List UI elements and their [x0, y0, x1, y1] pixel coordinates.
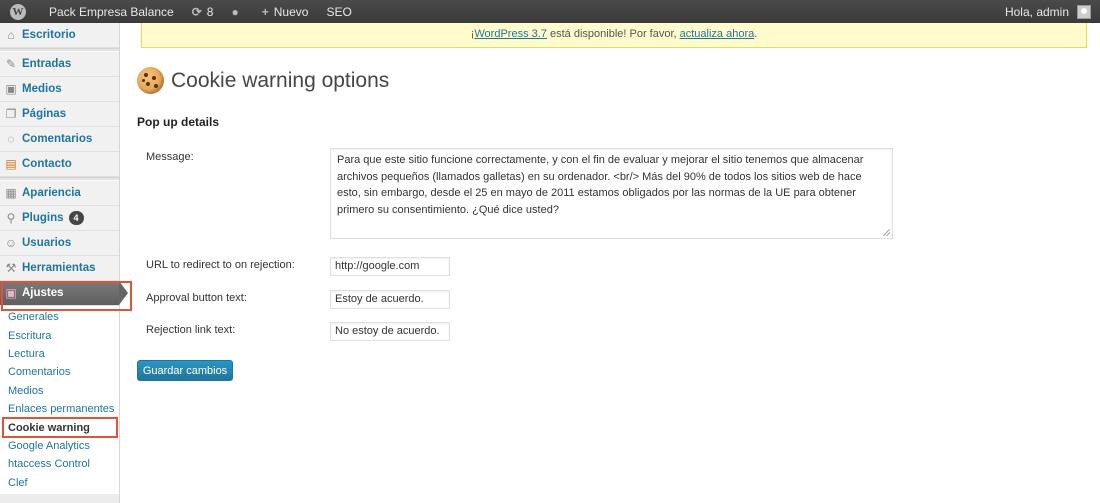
save-changes-button[interactable]: Guardar cambios: [137, 360, 233, 381]
appearance-icon: ▦: [5, 186, 17, 200]
greeting-text: Hola, admin: [1004, 4, 1069, 19]
plus-icon: +: [261, 4, 269, 19]
menu-item-escritorio[interactable]: ⌂ Escritorio: [0, 23, 119, 48]
submenu-item-cookie-warning[interactable]: Cookie warning: [0, 417, 119, 439]
current-menu-wrapper: ▣ Ajustes: [0, 281, 132, 311]
update-notice: ¡WordPress 3.7 está disponible! Por favo…: [141, 23, 1087, 48]
site-name-link[interactable]: Pack Empresa Balance: [40, 0, 183, 23]
menu-item-apariencia[interactable]: ▦ Apariencia: [0, 181, 119, 206]
refresh-icon: ⟳: [191, 4, 202, 19]
plugins-icon: ⚲: [6, 211, 16, 225]
message-label: Message:: [146, 151, 194, 163]
submenu-item-lectura[interactable]: Lectura: [0, 345, 119, 363]
settings-submenu: Generales Escritura Lectura Comentarios …: [0, 306, 119, 494]
submenu-item-htaccess-control[interactable]: htaccess Control: [0, 455, 119, 473]
menu-item-ajustes[interactable]: ▣ Ajustes: [0, 281, 128, 306]
comment-bubble-icon: ●: [231, 4, 239, 19]
comments-link[interactable]: ●: [222, 0, 252, 23]
submenu-item-escritura[interactable]: Escritura: [0, 326, 119, 344]
wordpress-logo-icon[interactable]: W: [2, 0, 34, 23]
notice-text: .: [754, 28, 758, 40]
menu-item-plugins[interactable]: ⚲ Plugins 4: [0, 206, 119, 231]
submenu-item-clef[interactable]: Clef: [0, 474, 119, 492]
menu-item-medios[interactable]: ▣ Medios: [0, 77, 119, 102]
pin-icon: ✎: [5, 57, 17, 71]
menu-item-label: Usuarios: [22, 237, 72, 249]
section-title: Pop up details: [137, 115, 220, 129]
account-menu[interactable]: Hola, admin: [996, 0, 1100, 23]
submenu-item-generales[interactable]: Generales: [0, 308, 119, 326]
pages-icon: ❐: [5, 107, 17, 121]
menu-item-label: Plugins: [22, 212, 64, 224]
cookie-icon: [137, 67, 164, 94]
menu-item-label: Apariencia: [22, 187, 81, 199]
menu-item-entradas[interactable]: ✎ Entradas: [0, 52, 119, 77]
avatar: [1077, 4, 1091, 19]
dashboard-icon: ⌂: [7, 28, 15, 42]
message-textarea[interactable]: Para que este sitio funcione correctamen…: [330, 148, 893, 239]
contact-icon: ▤: [5, 157, 17, 171]
tools-icon: ⚒: [5, 261, 17, 275]
message-text: Para que este sitio funcione correctamen…: [337, 154, 864, 216]
rejection-link-text-input[interactable]: No estoy de acuerdo.: [330, 322, 450, 341]
page-header: Cookie warning options: [137, 67, 389, 94]
menu-item-label: Herramientas: [22, 262, 96, 274]
menu-item-label: Entradas: [22, 58, 72, 70]
page-title: Cookie warning options: [171, 68, 390, 92]
redirect-url-input[interactable]: http://google.com: [330, 257, 450, 276]
wordpress-version-link[interactable]: WordPress 3.7: [474, 28, 547, 40]
menu-item-paginas[interactable]: ❐ Páginas: [0, 102, 119, 127]
updates-count: 8: [206, 4, 214, 19]
approval-button-text-label: Approval button text:: [146, 292, 247, 304]
notice-text: está disponible! Por favor,: [546, 28, 680, 40]
menu-item-contacto[interactable]: ▤ Contacto: [0, 152, 119, 177]
admin-bar: W Pack Empresa Balance ⟳ 8 ● + Nuevo SEO…: [0, 0, 1100, 23]
menu-item-label: Contacto: [22, 158, 72, 170]
users-icon: ☺: [4, 236, 18, 250]
media-icon: ▣: [5, 82, 17, 96]
admin-sidebar: ⌂ Escritorio ✎ Entradas ▣ Medios ❐ Págin…: [0, 23, 132, 503]
rejection-link-text-label: Rejection link text:: [146, 324, 236, 336]
menu-item-label: Páginas: [22, 108, 67, 120]
settings-icon: ▣: [5, 286, 17, 300]
plugins-update-badge: 4: [68, 211, 84, 225]
seo-link[interactable]: SEO: [317, 0, 360, 23]
menu-item-label: Comentarios: [22, 133, 93, 145]
submenu-item-label: Cookie warning: [8, 421, 90, 434]
submenu-item-comentarios[interactable]: Comentarios: [0, 363, 119, 381]
updates-link[interactable]: ⟳ 8: [183, 0, 223, 23]
menu-item-herramientas[interactable]: ⚒ Herramientas: [0, 256, 119, 281]
new-content-link[interactable]: + Nuevo: [253, 0, 318, 23]
menu-item-usuarios[interactable]: ☺ Usuarios: [0, 231, 119, 256]
new-label: Nuevo: [273, 4, 309, 19]
approval-button-text-input[interactable]: Estoy de acuerdo.: [330, 290, 450, 309]
submenu-item-medios[interactable]: Medios: [0, 382, 119, 400]
menu-item-label: Medios: [22, 83, 62, 95]
update-now-link[interactable]: actualiza ahora: [680, 28, 755, 40]
menu-item-comentarios[interactable]: ◌ Comentarios: [0, 127, 119, 152]
redirect-url-label: URL to redirect to on rejection:: [146, 259, 295, 271]
submenu-item-google-analytics[interactable]: Google Analytics: [0, 437, 119, 455]
resize-grip-icon[interactable]: [883, 229, 890, 236]
comments-icon: ◌: [7, 132, 15, 146]
submenu-item-enlaces-permanentes[interactable]: Enlaces permanentes: [0, 400, 119, 418]
menu-item-label: Ajustes: [22, 287, 64, 299]
menu-item-label: Escritorio: [22, 29, 76, 41]
